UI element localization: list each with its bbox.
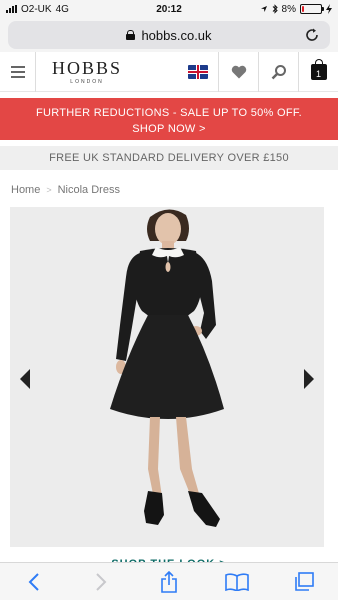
address-bar[interactable]: hobbs.co.uk <box>8 21 330 49</box>
share-icon <box>161 570 177 593</box>
lock-icon <box>126 30 136 40</box>
tabs-button[interactable] <box>287 567 321 597</box>
battery-percent: 8% <box>281 3 296 15</box>
header-icons: 1 <box>178 51 338 92</box>
search-button[interactable] <box>258 51 298 92</box>
back-button[interactable] <box>17 567 51 597</box>
uk-flag-icon <box>188 64 208 79</box>
status-left: O2-UK 4G <box>6 4 69 15</box>
breadcrumb-current: Nicola Dress <box>57 184 120 196</box>
promo-shop-now-link[interactable]: SHOP NOW > <box>0 121 338 137</box>
breadcrumb-home[interactable]: Home <box>11 184 40 196</box>
bluetooth-icon <box>272 4 278 14</box>
url-text: hobbs.co.uk <box>141 27 212 43</box>
location-icon <box>260 6 267 12</box>
browser-toolbar <box>0 562 338 600</box>
status-bar: O2-UK 4G 20:12 8% <box>0 0 338 18</box>
back-chevron-icon <box>28 572 39 591</box>
browser-url-area: hobbs.co.uk <box>0 18 338 52</box>
bookmarks-button[interactable] <box>220 567 254 597</box>
country-selector[interactable] <box>178 52 218 92</box>
network-type: 4G <box>55 3 69 15</box>
product-image-carousel[interactable] <box>10 207 324 547</box>
battery-icon <box>300 4 324 14</box>
promo-banner[interactable]: FURTHER REDUCTIONS - SALE UP TO 50% OFF.… <box>0 98 338 140</box>
promo-line-1: FURTHER REDUCTIONS - SALE UP TO 50% OFF. <box>35 107 303 119</box>
heart-icon <box>231 65 246 78</box>
shopping-bag-button[interactable]: 1 <box>298 51 338 92</box>
search-icon <box>271 64 286 79</box>
carousel-next-arrow-icon[interactable] <box>304 369 314 389</box>
carousel-prev-arrow-icon[interactable] <box>20 369 30 389</box>
battery-fill <box>302 6 305 12</box>
logo-text: HOBBS <box>51 57 123 78</box>
forward-chevron-icon <box>96 572 107 591</box>
share-button[interactable] <box>152 567 186 597</box>
bag-icon: 1 <box>310 58 327 80</box>
bag-count: 1 <box>315 68 321 79</box>
book-icon <box>224 572 249 591</box>
hobbs-logo[interactable]: HOBBS LONDON <box>46 59 128 85</box>
wishlist-button[interactable] <box>218 51 258 92</box>
signal-icon <box>6 5 17 13</box>
carrier-name: O2-UK <box>21 3 52 15</box>
reload-icon[interactable] <box>304 27 320 43</box>
hamburger-menu-icon[interactable] <box>0 51 36 92</box>
breadcrumb: Home > Nicola Dress <box>11 184 120 196</box>
breadcrumb-separator-icon: > <box>46 185 52 195</box>
site-header: HOBBS LONDON 1 <box>0 51 338 92</box>
status-right: 8% <box>260 4 332 15</box>
product-photo <box>10 207 324 547</box>
logo-subtext: LONDON <box>70 78 104 85</box>
forward-button[interactable] <box>84 567 118 597</box>
charging-icon <box>326 4 332 14</box>
tabs-icon <box>295 571 314 591</box>
delivery-banner: FREE UK STANDARD DELIVERY OVER £150 <box>0 146 338 170</box>
